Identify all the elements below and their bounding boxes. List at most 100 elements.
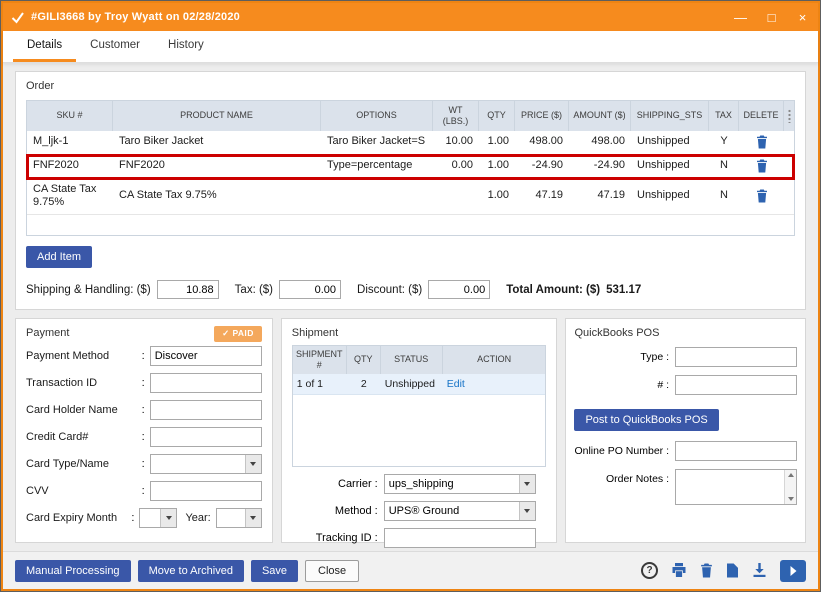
shipping-handling-input[interactable] <box>157 280 219 299</box>
chevron-down-icon <box>245 509 261 527</box>
cell-shipment-number: 1 of 1 <box>293 374 347 394</box>
colon: : <box>142 377 145 389</box>
order-table: SKU # PRODUCT NAME OPTIONS WT (LBS.) QTY… <box>26 100 795 236</box>
payment-section: Payment ✓ PAID Payment Method : Transact… <box>15 318 273 543</box>
chevron-down-icon <box>519 475 535 493</box>
scroll-up-icon <box>788 473 794 477</box>
method-label: Method : <box>292 505 378 517</box>
shipping-method-value: UPS® Ground <box>385 505 519 517</box>
table-empty-area <box>27 215 794 235</box>
edit-shipment-link[interactable]: Edit <box>447 378 465 390</box>
col-header-qty: QTY <box>479 101 515 131</box>
footer-bar: Manual Processing Move to Archived Save … <box>3 551 818 589</box>
maximize-button[interactable]: □ <box>756 3 787 31</box>
move-to-archived-button[interactable]: Move to Archived <box>138 560 244 582</box>
tax-label: Tax: ($) <box>235 284 273 296</box>
add-item-button[interactable]: Add Item <box>26 246 92 268</box>
cell-qty: 1.00 <box>479 131 515 154</box>
col-header-options: OPTIONS <box>321 101 433 131</box>
credit-card-label: Credit Card# <box>26 431 142 443</box>
shipping-method-select[interactable]: UPS® Ground <box>384 501 536 521</box>
order-section-title: Order <box>26 80 795 92</box>
cell-amount: -24.90 <box>569 155 631 178</box>
total-amount-label: Total Amount: ($) <box>506 284 600 296</box>
col-header-shipment: SHIPMENT # <box>293 346 347 374</box>
save-button[interactable]: Save <box>251 560 298 582</box>
manual-processing-button[interactable]: Manual Processing <box>15 560 131 582</box>
online-po-number-input[interactable] <box>675 441 797 461</box>
tab-customer[interactable]: Customer <box>76 31 154 62</box>
cvv-input[interactable] <box>150 481 262 501</box>
download-icon[interactable] <box>752 563 767 578</box>
quickbooks-section-title: QuickBooks POS <box>574 327 797 339</box>
qb-number-input[interactable] <box>675 375 797 395</box>
tab-details[interactable]: Details <box>13 31 76 62</box>
payment-method-label: Payment Method <box>26 350 142 362</box>
cell-shipment-status: Unshipped <box>381 374 443 394</box>
help-icon[interactable]: ? <box>641 562 658 579</box>
credit-card-input[interactable] <box>150 427 262 447</box>
tab-history[interactable]: History <box>154 31 218 62</box>
expiry-year-select[interactable] <box>216 508 262 528</box>
expiry-month-select[interactable] <box>139 508 177 528</box>
order-notes-label: Order Notes : <box>606 473 669 485</box>
card-expiry-month-label: Card Expiry Month <box>26 512 131 524</box>
cell-tax: N <box>709 179 739 215</box>
expiry-year-label: Year: <box>185 512 210 524</box>
qb-type-input[interactable] <box>675 347 797 367</box>
close-window-button[interactable]: Close <box>305 560 359 582</box>
order-table-header: SKU # PRODUCT NAME OPTIONS WT (LBS.) QTY… <box>27 101 794 131</box>
scroll-down-icon <box>788 497 794 501</box>
chevron-down-icon <box>245 455 261 473</box>
order-notes-textarea[interactable] <box>676 470 784 504</box>
col-header-sku: SKU # <box>27 101 113 131</box>
delete-icon[interactable] <box>756 189 768 203</box>
minimize-button[interactable]: — <box>725 3 756 31</box>
discount-input[interactable] <box>428 280 490 299</box>
print-icon[interactable] <box>671 563 687 578</box>
tax-input[interactable] <box>279 280 341 299</box>
post-to-quickbooks-button[interactable]: Post to QuickBooks POS <box>574 409 718 431</box>
carrier-value: ups_shipping <box>385 478 519 490</box>
shipping-handling-label: Shipping & Handling: ($) <box>26 284 151 296</box>
table-scrollbar[interactable] <box>784 101 794 131</box>
chevron-down-icon <box>160 509 176 527</box>
notes-scrollbar[interactable] <box>784 470 796 504</box>
transaction-id-label: Transaction ID <box>26 377 142 389</box>
online-po-number-label: Online PO Number : <box>574 445 669 457</box>
order-row-highlighted[interactable]: FNF2020 FNF2020 Type=percentage 0.00 1.0… <box>27 155 794 179</box>
tab-strip: Details Customer History <box>3 31 818 63</box>
tracking-id-input[interactable] <box>384 528 536 548</box>
col-header-weight: WT (LBS.) <box>433 101 479 131</box>
colon: : <box>131 512 134 524</box>
transaction-id-input[interactable] <box>150 373 262 393</box>
titlebar: #GILI3668 by Troy Wyatt on 02/28/2020 — … <box>3 3 818 31</box>
app-window: #GILI3668 by Troy Wyatt on 02/28/2020 — … <box>0 0 821 592</box>
card-type-select[interactable] <box>150 454 262 474</box>
delete-order-icon[interactable] <box>700 563 713 578</box>
shipment-row[interactable]: 1 of 1 2 Unshipped Edit <box>293 374 546 395</box>
carrier-select[interactable]: ups_shipping <box>384 474 536 494</box>
col-header-shipment-status: STATUS <box>381 346 443 374</box>
forward-button[interactable] <box>780 560 806 582</box>
cell-price: 498.00 <box>515 131 569 154</box>
cell-price: -24.90 <box>515 155 569 178</box>
payment-method-input[interactable] <box>150 346 262 366</box>
cell-shipping-status: Unshipped <box>631 179 709 215</box>
qb-number-label: # : <box>657 379 669 391</box>
col-header-tax: TAX <box>709 101 739 131</box>
cell-shipping-status: Unshipped <box>631 131 709 154</box>
order-row[interactable]: CA State Tax 9.75% CA State Tax 9.75% 1.… <box>27 179 794 216</box>
document-icon[interactable] <box>726 563 739 578</box>
total-amount-value: 531.17 <box>606 284 641 296</box>
delete-icon[interactable] <box>756 159 768 173</box>
delete-icon[interactable] <box>756 135 768 149</box>
colon: : <box>142 350 145 362</box>
close-button[interactable]: × <box>787 3 818 31</box>
col-header-price: PRICE ($) <box>515 101 569 131</box>
card-holder-name-label: Card Holder Name <box>26 404 142 416</box>
order-row[interactable]: M_ljk-1 Taro Biker Jacket Taro Biker Jac… <box>27 131 794 155</box>
colon: : <box>142 485 145 497</box>
shipment-table-header: SHIPMENT # QTY STATUS ACTION <box>293 346 546 374</box>
card-holder-name-input[interactable] <box>150 400 262 420</box>
